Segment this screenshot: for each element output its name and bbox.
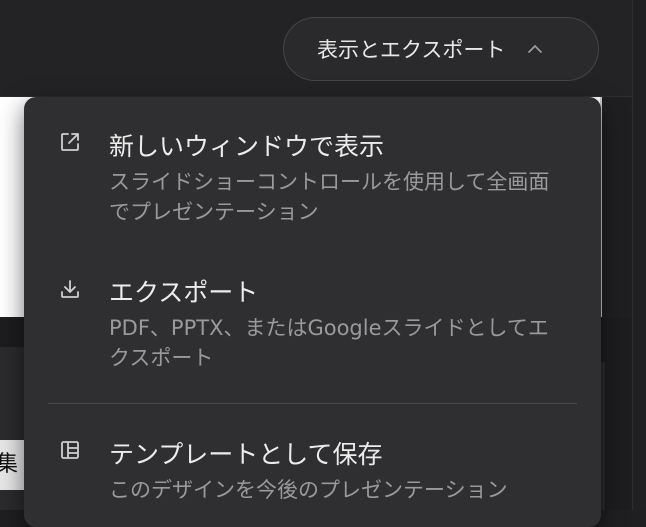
menu-item-title: 新しいウィンドウで表示 [109,132,385,161]
menu-item-export[interactable]: エクスポート PDF、PPTX、またはGoogleスライドとしてエクスポート [24,242,601,387]
view-export-button[interactable]: 表示とエクスポート [283,17,599,81]
menu-item-open-new-window[interactable]: 新しいウィンドウで表示 スライドショーコントロールを使用して全画面でプレゼンテー… [24,97,601,242]
right-edge-panel [632,0,646,510]
external-link-icon [58,130,82,154]
menu-item-description: このデザインを今後のプレゼンテーション [109,478,508,502]
menu-item-description: PDF、PPTX、またはGoogleスライドとしてエクスポート [109,316,549,370]
view-export-label: 表示とエクスポート [317,38,506,62]
menu-item-title: エクスポート [109,278,259,307]
menu-item-description: スライドショーコントロールを使用して全画面でプレゼンテーション [109,170,550,224]
partial-background-label: 集 [0,440,24,490]
menu-divider [48,403,577,404]
template-icon [58,438,82,462]
download-icon [58,277,82,301]
view-export-dropdown: 新しいウィンドウで表示 スライドショーコントロールを使用して全画面でプレゼンテー… [24,97,601,527]
menu-item-save-as-template[interactable]: テンプレートとして保存 このデザインを今後のプレゼンテーション [24,405,601,527]
menu-item-title: テンプレートとして保存 [109,440,383,469]
chevron-up-icon [525,39,545,59]
